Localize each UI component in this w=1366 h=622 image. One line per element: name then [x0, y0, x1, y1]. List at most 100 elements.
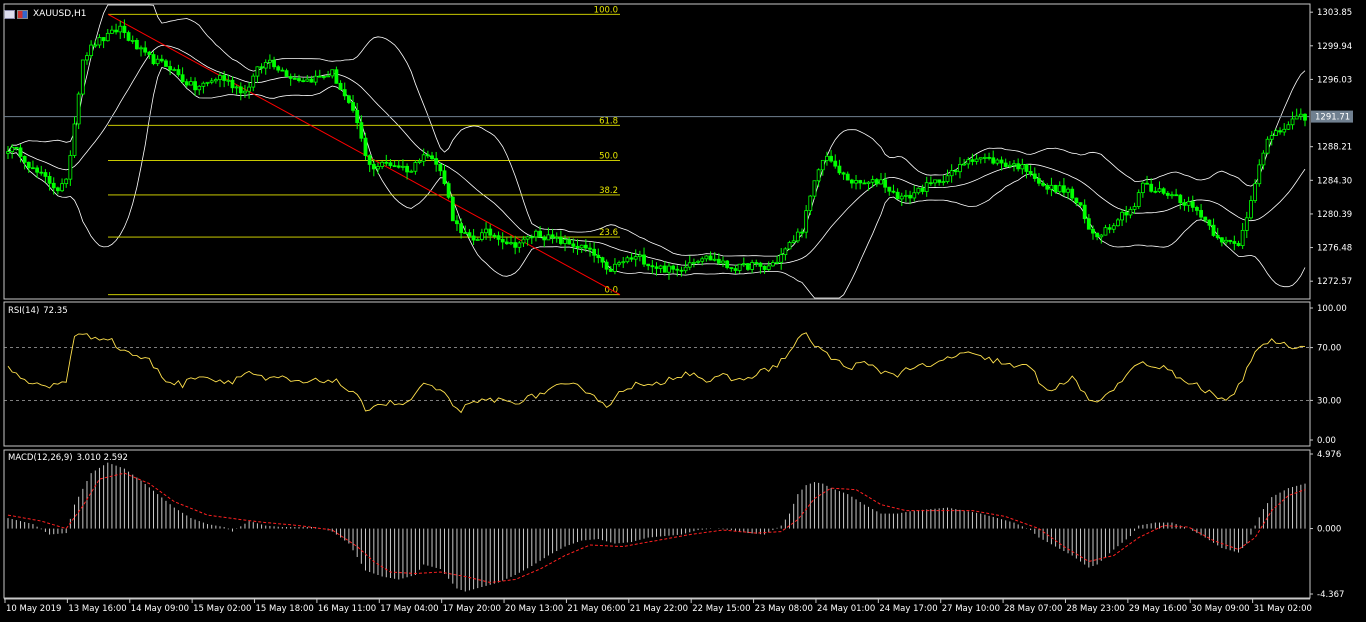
time-axis-label: 29 May 16:00: [1129, 604, 1187, 614]
candle: [621, 256, 626, 268]
candle-body: [1182, 202, 1187, 206]
candle-body: [629, 257, 634, 260]
candle: [126, 30, 131, 42]
candle: [629, 252, 634, 262]
candle-body: [234, 86, 239, 89]
candle-body: [338, 82, 343, 90]
candle-body: [692, 261, 696, 264]
candle-body: [463, 232, 468, 235]
candle-body: [143, 47, 148, 53]
candle: [492, 232, 497, 239]
candle: [1140, 181, 1145, 198]
candle: [446, 181, 451, 200]
candle: [201, 81, 206, 94]
candle: [554, 232, 559, 243]
time-axis-label: 14 May 09:00: [131, 604, 189, 614]
candle: [804, 205, 809, 239]
candle: [1236, 240, 1241, 247]
candle-body: [276, 66, 281, 71]
candle-body: [139, 47, 143, 50]
price-axis-label: 1299.94: [1317, 42, 1352, 52]
candle-body: [1274, 130, 1278, 136]
candle: [1178, 193, 1183, 210]
candle: [762, 265, 767, 274]
time-axis-label: 21 May 22:00: [630, 604, 688, 614]
candle-body: [983, 157, 987, 159]
candle: [1190, 195, 1195, 212]
candle-body: [184, 81, 189, 86]
candle-body: [272, 59, 276, 68]
candle: [434, 151, 439, 172]
candle-body: [176, 69, 181, 76]
candle-body: [509, 242, 513, 245]
candle: [895, 188, 900, 200]
candle: [68, 150, 73, 186]
candle-body: [825, 155, 829, 161]
candle-body: [1012, 163, 1016, 166]
candle: [575, 239, 580, 255]
candle-body: [259, 66, 264, 69]
candle: [267, 54, 272, 70]
candle: [928, 176, 933, 186]
candle-body: [962, 163, 967, 166]
candle: [238, 82, 243, 101]
candle-body: [72, 123, 77, 156]
candle-body: [791, 240, 796, 243]
candle-body: [1128, 208, 1133, 216]
candle: [866, 181, 871, 191]
candle-body: [671, 265, 676, 270]
candle: [974, 154, 979, 165]
candle: [683, 260, 688, 274]
candle-body: [1020, 164, 1025, 170]
candle-body: [633, 256, 638, 260]
candle-body: [941, 181, 946, 183]
candle-body: [525, 236, 530, 240]
candle-body: [737, 263, 742, 271]
candle-body: [60, 183, 64, 192]
candle-body: [1007, 164, 1012, 167]
candle-body: [243, 90, 247, 94]
candle-body: [583, 244, 588, 249]
candle: [184, 78, 189, 88]
candle: [1286, 121, 1291, 131]
candle: [949, 164, 954, 183]
candle: [255, 66, 260, 83]
candle-body: [1153, 190, 1158, 193]
candle: [1207, 219, 1212, 230]
candle-body: [480, 232, 484, 240]
candle-body: [679, 269, 684, 272]
candle-body: [371, 164, 376, 170]
candle-body: [1211, 224, 1216, 236]
candle-body: [696, 260, 700, 263]
candle: [305, 75, 310, 83]
candle: [1157, 181, 1162, 193]
candle: [480, 228, 484, 242]
candle-body: [159, 58, 164, 62]
candle-body: [546, 234, 551, 241]
candle-body: [151, 54, 156, 65]
candle: [1228, 239, 1233, 245]
macd-indicator: MACD(12,26,9) 3.010 2.592 4.976 0.000 -4.367: [7, 450, 1344, 600]
candle: [39, 165, 44, 176]
candle-body: [729, 267, 734, 269]
candle-body: [430, 155, 434, 160]
candle: [924, 176, 929, 197]
candle-body: [35, 167, 39, 173]
candle: [284, 68, 289, 77]
candle-body: [1232, 241, 1237, 244]
candle: [417, 158, 422, 165]
candle-body: [534, 230, 538, 238]
candle: [1061, 178, 1066, 197]
candle: [912, 185, 917, 202]
time-axis-label: 20 May 13:00: [505, 604, 563, 614]
candle: [297, 74, 301, 83]
candle: [987, 152, 991, 161]
candle-body: [874, 179, 879, 185]
candle-body: [193, 81, 197, 91]
candle-body: [1278, 130, 1282, 133]
candle-body: [687, 262, 692, 268]
chart-area[interactable]: 100.061.850.038.223.60.01303.851299.9412…: [0, 0, 1366, 622]
candle-body: [1041, 182, 1046, 186]
candle: [1290, 111, 1295, 130]
time-axis-label: 28 May 07:00: [1004, 604, 1062, 614]
